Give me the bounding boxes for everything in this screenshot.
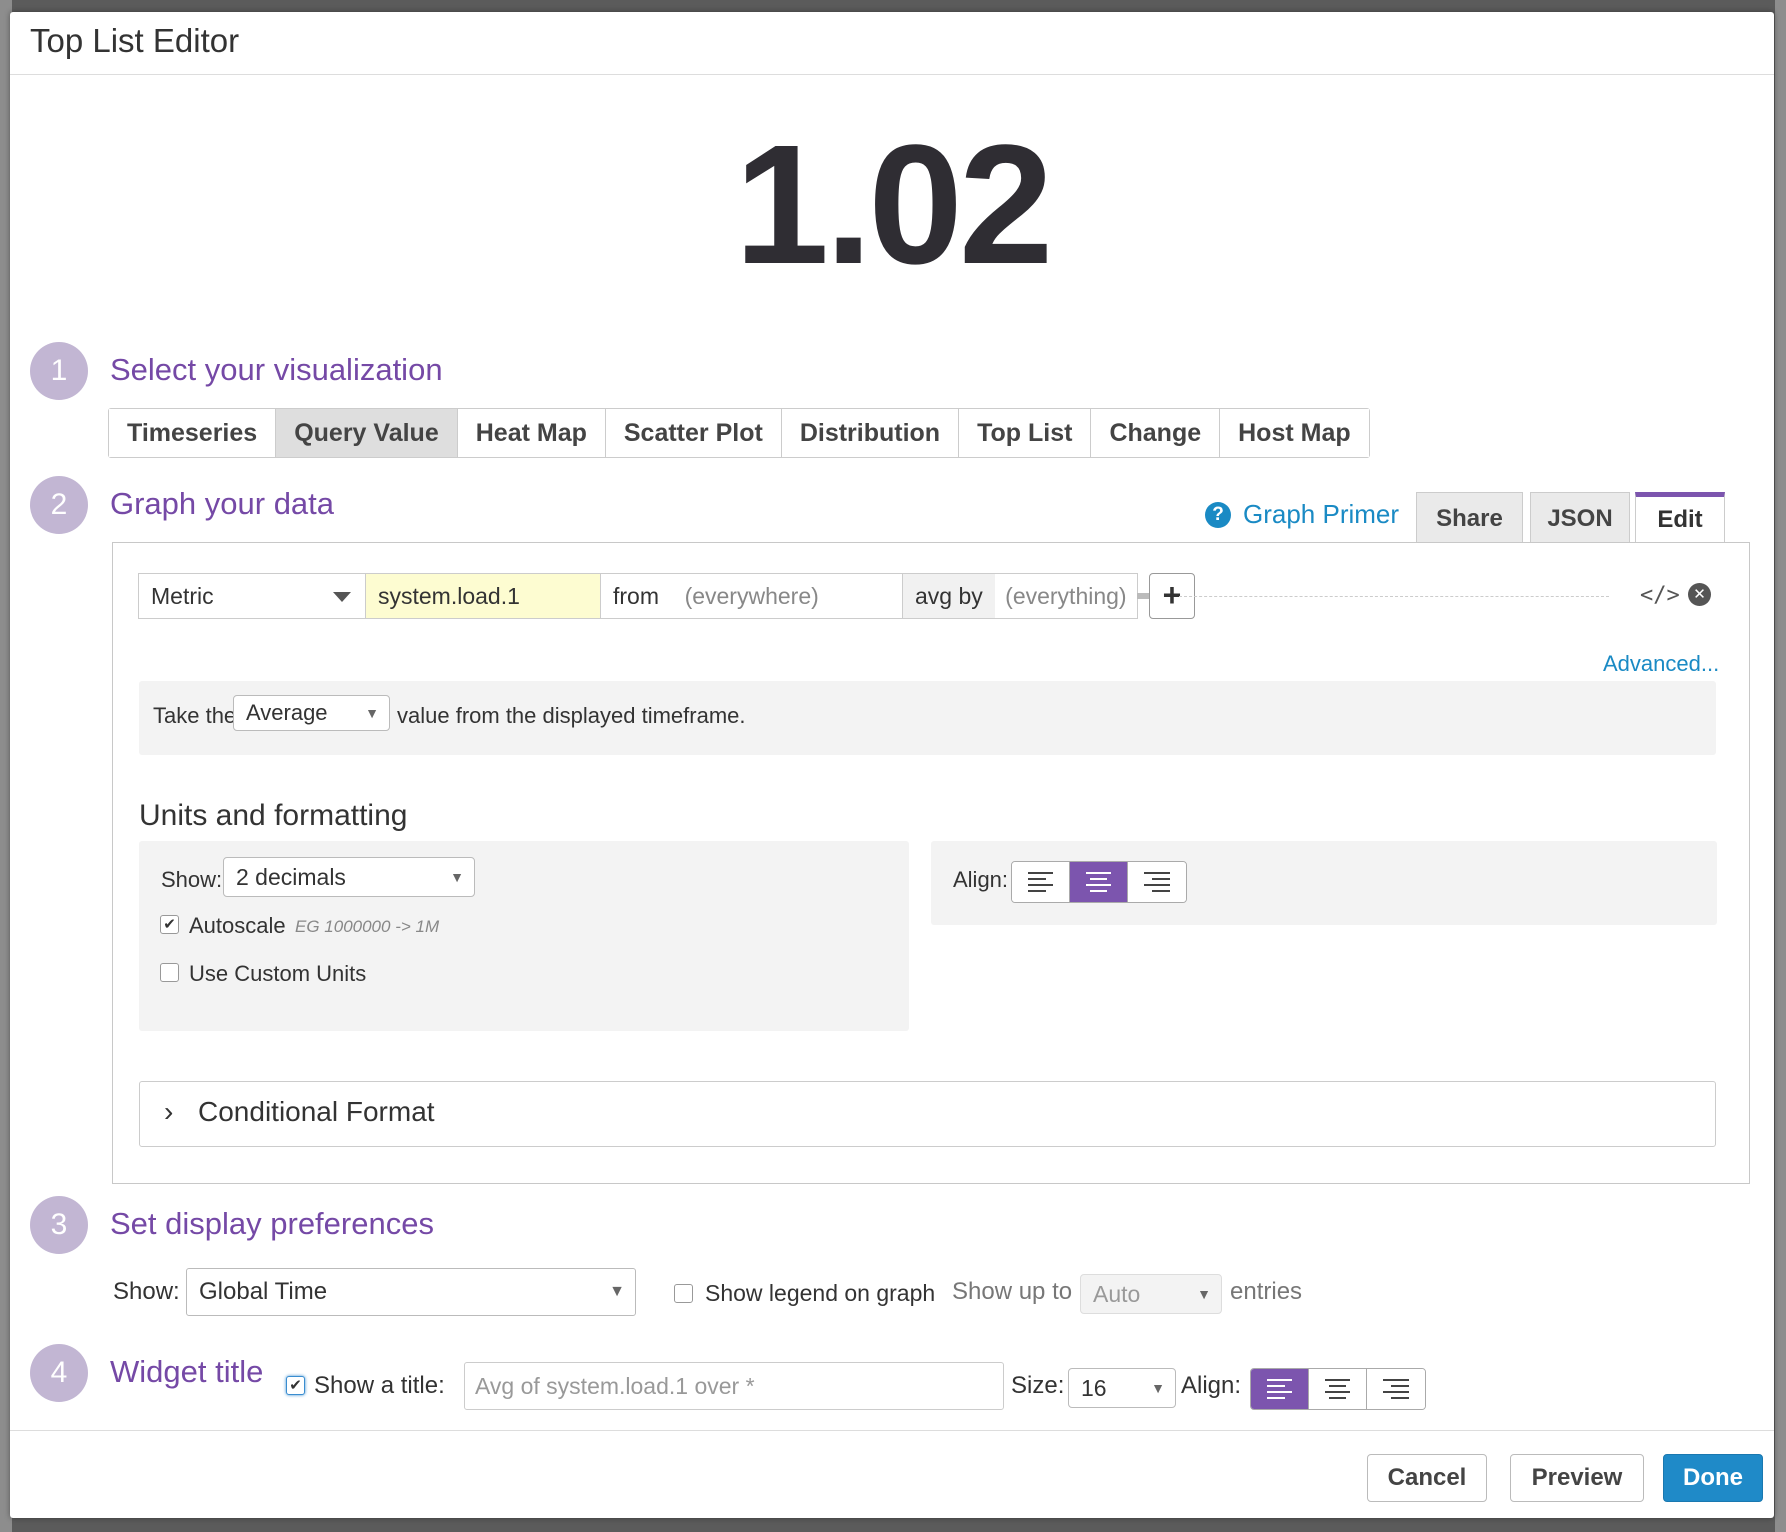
title-size-label: Size: xyxy=(1011,1372,1065,1399)
viz-tab-distribution[interactable]: Distribution xyxy=(781,409,960,457)
tab-edit[interactable]: Edit xyxy=(1635,492,1725,546)
align-label: Align: xyxy=(953,867,1009,892)
metric-name-field[interactable]: system.load.1 xyxy=(365,573,601,619)
title-size-value: 16 xyxy=(1081,1375,1107,1401)
code-icon[interactable]: </> xyxy=(1640,583,1680,608)
backdrop-right xyxy=(1775,0,1786,1532)
show-title-label: Show a title: xyxy=(314,1372,445,1399)
custom-units-label: Use Custom Units xyxy=(189,961,367,986)
from-scope-field[interactable]: from (everywhere) xyxy=(600,573,903,619)
units-align-box: Align: xyxy=(931,841,1717,925)
step-4-badge: 4 xyxy=(30,1344,88,1402)
aggregation-select[interactable]: Average ▼ xyxy=(233,695,390,731)
step-2-title: Graph your data xyxy=(110,486,335,521)
title-align-center-button[interactable] xyxy=(1309,1369,1367,1409)
title-align-group xyxy=(1250,1368,1426,1410)
title-align-left-button[interactable] xyxy=(1251,1369,1309,1409)
title-align-label: Align: xyxy=(1181,1372,1242,1399)
modal-title: Top List Editor xyxy=(30,22,240,59)
avg-by-label: avg by xyxy=(915,583,983,609)
modal-header: Top List Editor xyxy=(10,12,1774,75)
viz-tab-top-list[interactable]: Top List xyxy=(959,409,1092,457)
chevron-down-icon: ▼ xyxy=(1197,1286,1211,1302)
legend-checkbox[interactable] xyxy=(674,1284,693,1303)
done-button[interactable]: Done xyxy=(1663,1454,1763,1502)
title-size-select[interactable]: 16 ▼ xyxy=(1068,1368,1176,1408)
value-align-group xyxy=(1011,861,1187,903)
avg-by-field[interactable]: avg by (everything) xyxy=(902,573,1138,619)
tab-share[interactable]: Share xyxy=(1416,492,1523,544)
time-value: Global Time xyxy=(199,1278,328,1305)
legend-label: Show legend on graph xyxy=(705,1280,936,1306)
viz-tab-query-value[interactable]: Query Value xyxy=(276,409,458,457)
graph-editor-panel: Metric system.load.1 from (everywhere) a… xyxy=(112,542,1750,1184)
decimals-select[interactable]: 2 decimals ▼ xyxy=(223,857,475,897)
preview-value: 1.02 xyxy=(734,110,1054,300)
aggregation-suffix: value from the displayed timeframe. xyxy=(397,703,746,728)
query-connector xyxy=(1137,593,1149,599)
show-title-checkbox[interactable]: ✔ xyxy=(286,1376,305,1395)
decimals-value: 2 decimals xyxy=(236,864,346,890)
show-up-to-label: Show up to xyxy=(952,1278,1073,1305)
chevron-down-icon: ▼ xyxy=(1151,1380,1165,1396)
entries-select[interactable]: Auto ▼ xyxy=(1080,1274,1222,1314)
step-1-title: Select your visualization xyxy=(110,352,443,387)
show-label: Show: xyxy=(161,867,223,892)
from-label: from xyxy=(613,583,659,609)
title-align-right-button[interactable] xyxy=(1367,1369,1425,1409)
avg-by-value: (everything) xyxy=(995,574,1137,618)
viz-tab-heat-map[interactable]: Heat Map xyxy=(457,409,606,457)
query-divider xyxy=(1179,596,1609,597)
close-icon[interactable]: ✕ xyxy=(1688,583,1711,606)
aggregation-box: Take the Average ▼ value from the displa… xyxy=(139,681,1716,755)
chevron-down-icon xyxy=(333,592,351,602)
step-3-title: Set display preferences xyxy=(110,1206,434,1241)
units-title: Units and formatting xyxy=(139,799,408,832)
cancel-button[interactable]: Cancel xyxy=(1367,1454,1487,1502)
chevron-down-icon: ▼ xyxy=(450,869,464,885)
chevron-right-icon: › xyxy=(164,1096,174,1127)
query-type-value: Metric xyxy=(151,583,214,609)
time-show-label: Show: xyxy=(113,1278,180,1305)
preview-button[interactable]: Preview xyxy=(1510,1454,1644,1502)
units-box: Show: 2 decimals ▼ ✔ Autoscale EG 100000… xyxy=(139,841,909,1031)
viz-tab-scatter-plot[interactable]: Scatter Plot xyxy=(605,409,782,457)
time-select[interactable]: Global Time ▼ xyxy=(186,1268,636,1316)
aggregation-prefix: Take the xyxy=(153,703,237,728)
step-4-title: Widget title xyxy=(110,1354,264,1389)
conditional-format-title: Conditional Format xyxy=(198,1096,435,1127)
editor-modal: Top List Editor 1.02 1 Select your visua… xyxy=(10,12,1774,1518)
viz-tab-host-map[interactable]: Host Map xyxy=(1220,409,1369,457)
from-value: (everywhere) xyxy=(684,583,819,609)
autoscale-hint: EG 1000000 -> 1M xyxy=(295,917,440,936)
autoscale-checkbox[interactable]: ✔ xyxy=(160,915,179,934)
graph-primer-label: Graph Primer xyxy=(1243,499,1400,529)
align-left-button[interactable] xyxy=(1012,862,1070,902)
graph-primer-link[interactable]: ? Graph Primer xyxy=(1205,499,1399,530)
visualization-tabs: Timeseries Query Value Heat Map Scatter … xyxy=(108,408,1370,458)
help-icon: ? xyxy=(1205,501,1231,528)
viz-tab-timeseries[interactable]: Timeseries xyxy=(109,409,277,457)
align-center-button[interactable] xyxy=(1070,862,1128,902)
align-right-button[interactable] xyxy=(1128,862,1186,902)
entries-value: Auto xyxy=(1093,1281,1141,1307)
query-type-select[interactable]: Metric xyxy=(138,573,366,619)
step-3-badge: 3 xyxy=(30,1196,88,1254)
autoscale-label: Autoscale xyxy=(189,913,286,938)
advanced-link[interactable]: Advanced... xyxy=(1603,651,1719,677)
viz-tab-change[interactable]: Change xyxy=(1091,409,1221,457)
step-1-badge: 1 xyxy=(30,342,88,400)
query-row: Metric system.load.1 from (everywhere) a… xyxy=(138,573,1195,619)
widget-title-input[interactable]: Avg of system.load.1 over * xyxy=(464,1362,1004,1410)
step-2-badge: 2 xyxy=(30,476,88,534)
aggregation-value: Average xyxy=(246,700,328,725)
chevron-down-icon: ▼ xyxy=(365,705,379,721)
tab-json[interactable]: JSON xyxy=(1530,492,1630,544)
conditional-format-section[interactable]: › Conditional Format xyxy=(139,1081,1716,1147)
entries-label: entries xyxy=(1230,1278,1303,1305)
custom-units-checkbox[interactable] xyxy=(160,963,179,982)
chevron-down-icon: ▼ xyxy=(609,1283,625,1300)
